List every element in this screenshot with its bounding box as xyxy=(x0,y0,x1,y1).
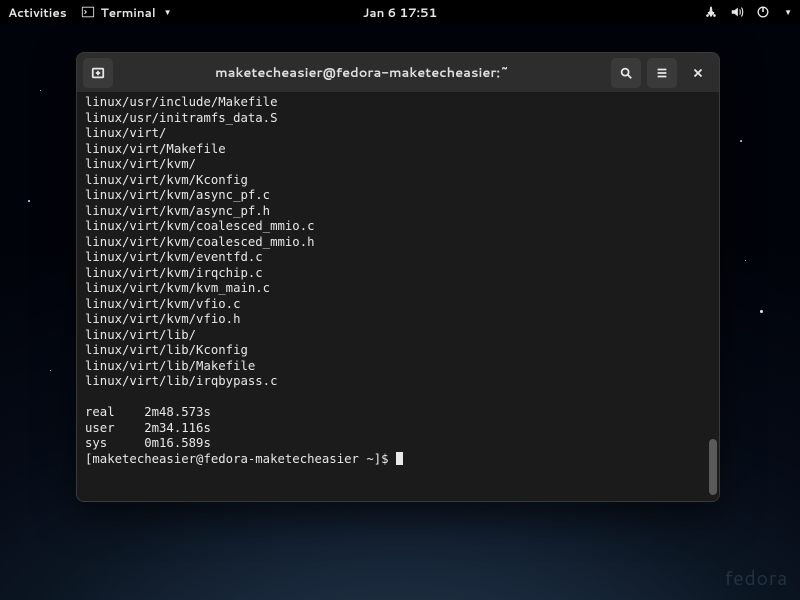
terminal-line: linux/virt/kvm/coalesced_mmio.h xyxy=(85,235,711,251)
network-icon xyxy=(704,5,718,19)
terminal-icon xyxy=(81,5,95,19)
terminal-line: linux/virt/kvm/irqchip.c xyxy=(85,266,711,282)
close-button[interactable] xyxy=(683,58,713,88)
volume-icon xyxy=(730,5,744,19)
window-titlebar[interactable]: maketecheasier@fedora-maketecheasier:~ xyxy=(77,53,719,93)
terminal-line: linux/virt/kvm/async_pf.h xyxy=(85,204,711,220)
cursor xyxy=(396,452,403,465)
search-icon xyxy=(619,66,633,80)
scrollbar-thumb[interactable] xyxy=(709,439,717,495)
chevron-down-icon: ▼ xyxy=(164,6,172,18)
terminal-line: linux/virt/kvm/eventfd.c xyxy=(85,250,711,266)
terminal-line: linux/virt/kvm/Kconfig xyxy=(85,173,711,189)
terminal-line: sys 0m16.589s xyxy=(85,436,711,452)
terminal-window: maketecheasier@fedora-maketecheasier:~ l… xyxy=(76,52,720,502)
terminal-line: linux/virt/lib/Kconfig xyxy=(85,343,711,359)
terminal-prompt[interactable]: [maketecheasier@fedora-maketecheasier ~]… xyxy=(85,452,711,468)
terminal-line xyxy=(85,390,711,406)
close-icon xyxy=(691,66,705,80)
terminal-line: linux/usr/include/Makefile xyxy=(85,95,711,111)
fedora-watermark: fedora xyxy=(725,564,788,592)
terminal-line: linux/virt/ xyxy=(85,126,711,142)
terminal-line: linux/virt/kvm/vfio.h xyxy=(85,312,711,328)
search-button[interactable] xyxy=(611,58,641,88)
menu-button[interactable] xyxy=(647,58,677,88)
terminal-line: linux/virt/kvm/async_pf.c xyxy=(85,188,711,204)
terminal-line: linux/virt/lib/irqbypass.c xyxy=(85,374,711,390)
terminal-line: linux/virt/kvm/kvm_main.c xyxy=(85,281,711,297)
new-tab-icon xyxy=(91,66,105,80)
terminal-line: linux/virt/Makefile xyxy=(85,142,711,158)
hamburger-icon xyxy=(655,66,669,80)
terminal-output[interactable]: linux/usr/include/Makefilelinux/usr/init… xyxy=(77,93,719,501)
activities-button[interactable]: Activities xyxy=(8,4,67,21)
clock[interactable]: Jan 6 17:51 xyxy=(363,4,437,21)
terminal-line: linux/virt/lib/ xyxy=(85,328,711,344)
terminal-line: linux/virt/kvm/vfio.c xyxy=(85,297,711,313)
new-tab-button[interactable] xyxy=(83,58,113,88)
window-title: maketecheasier@fedora-maketecheasier:~ xyxy=(119,64,605,82)
terminal-line: user 2m34.116s xyxy=(85,421,711,437)
terminal-line: linux/virt/lib/Makefile xyxy=(85,359,711,375)
chevron-down-icon: ▼ xyxy=(784,6,792,18)
terminal-line: linux/usr/initramfs_data.S xyxy=(85,111,711,127)
app-menu-label: Terminal xyxy=(101,4,156,21)
terminal-line: real 2m48.573s xyxy=(85,405,711,421)
app-menu[interactable]: Terminal ▼ xyxy=(81,4,172,21)
status-area[interactable]: ▼ xyxy=(704,5,792,19)
power-icon xyxy=(756,5,770,19)
terminal-line: linux/virt/kvm/coalesced_mmio.c xyxy=(85,219,711,235)
gnome-topbar: Activities Terminal ▼ Jan 6 17:51 ▼ xyxy=(0,0,800,24)
scrollbar[interactable] xyxy=(709,93,717,495)
terminal-line: linux/virt/kvm/ xyxy=(85,157,711,173)
